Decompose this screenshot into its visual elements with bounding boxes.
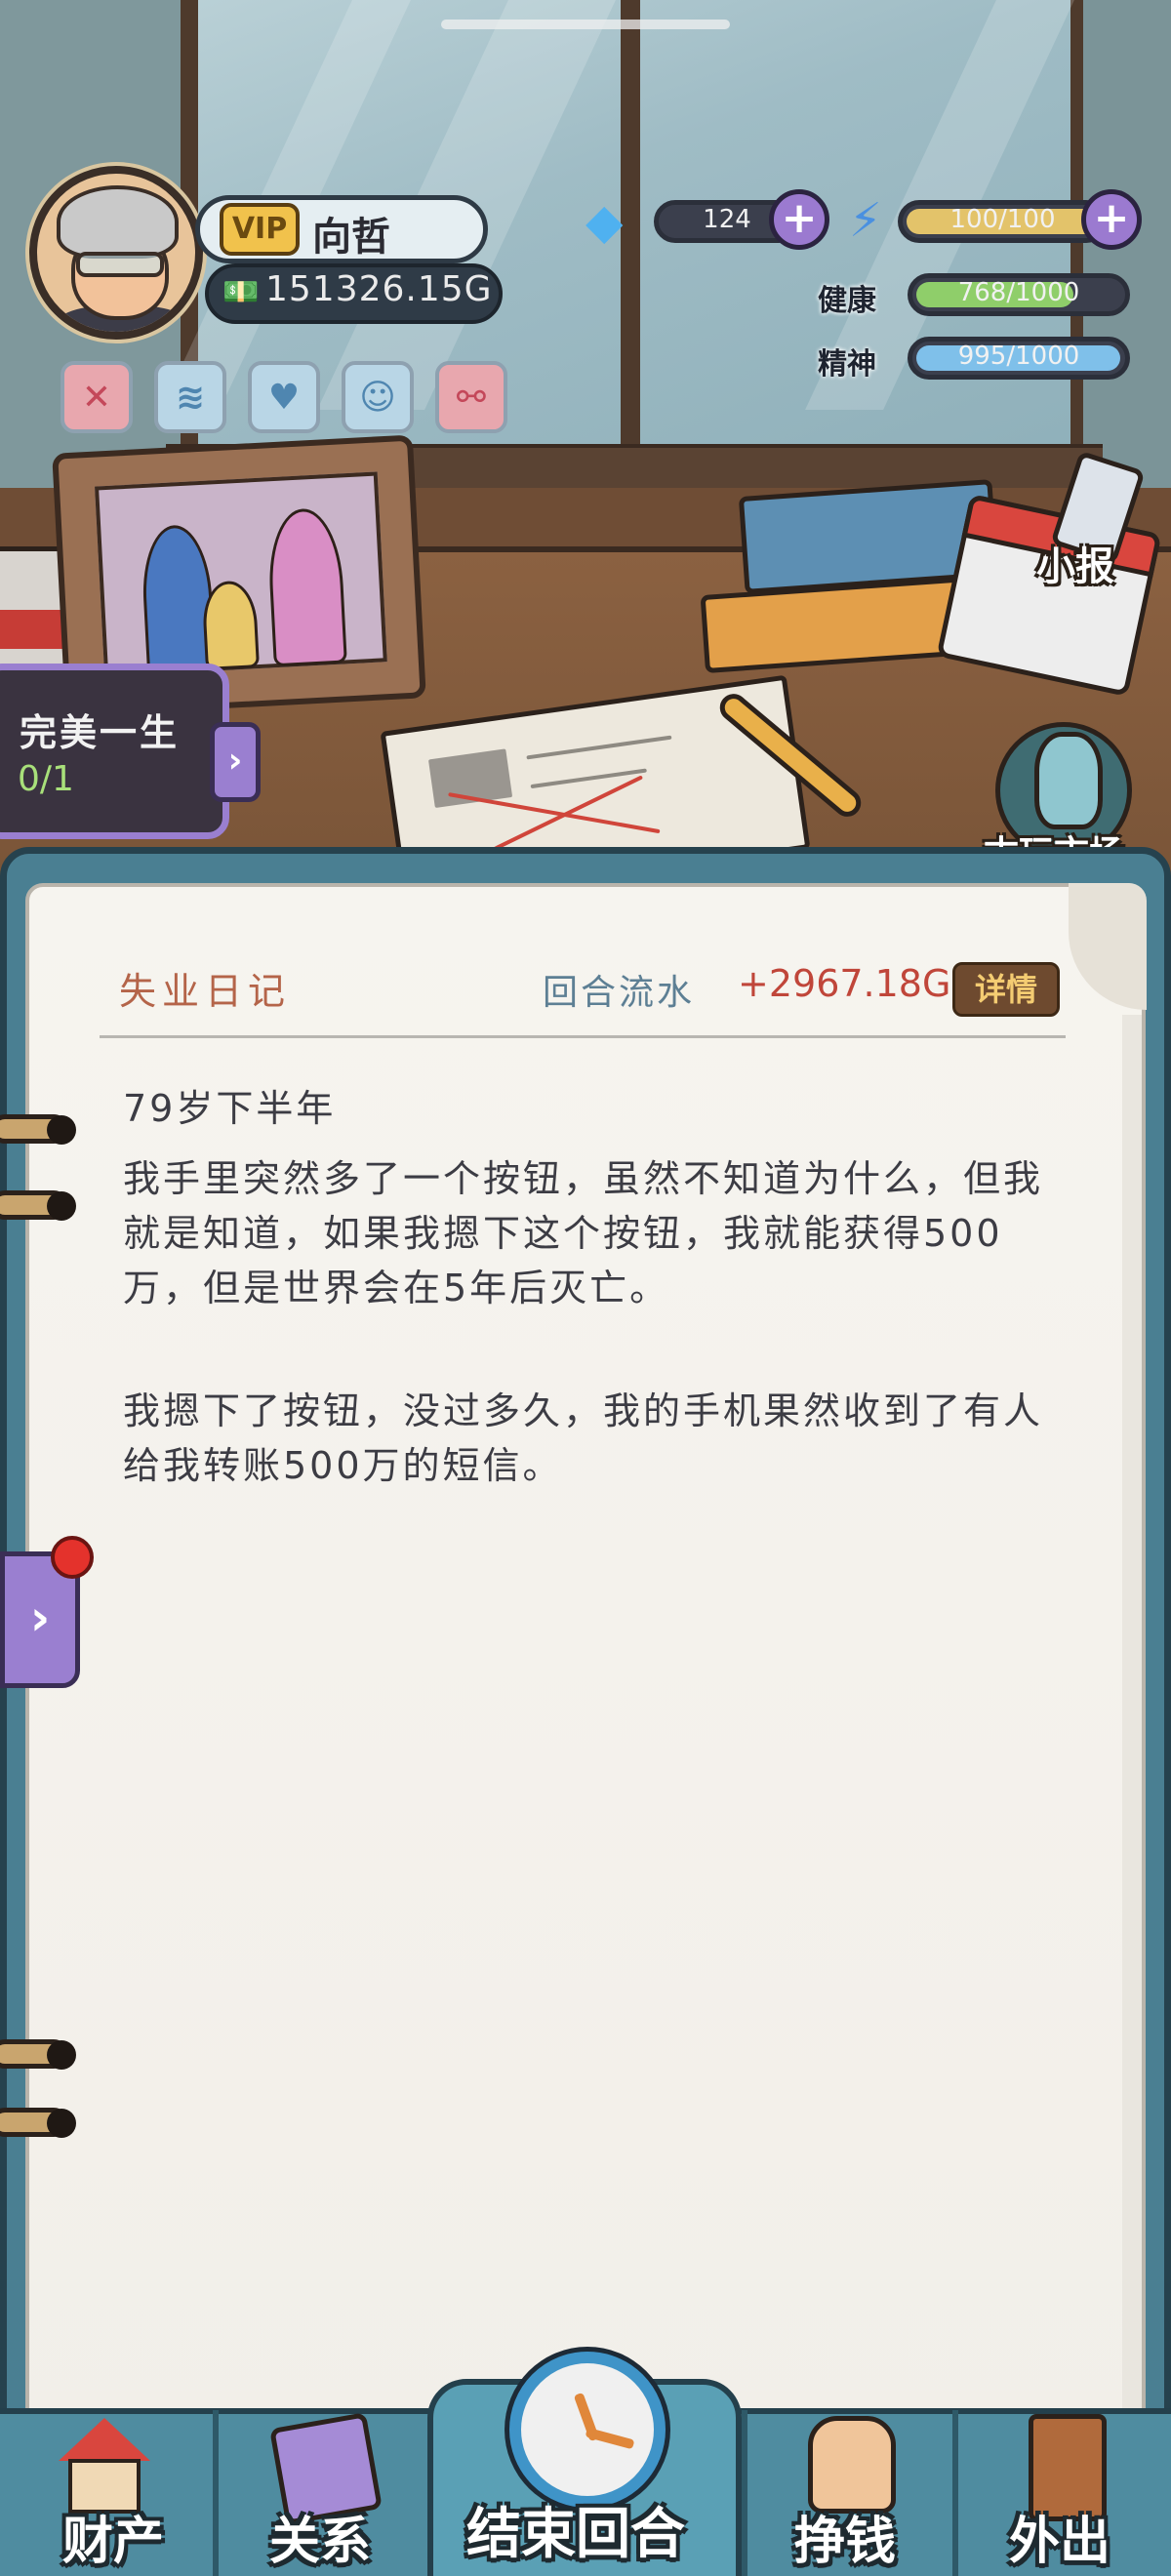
nav-assets-label: 财产 — [62, 2513, 165, 2571]
nav-earn-button[interactable]: 挣钱 — [747, 2410, 952, 2576]
alarm-clock-icon[interactable] — [509, 2352, 666, 2508]
turn-income-label: 回合流水 — [543, 973, 696, 1013]
heart-icon: ♥ — [267, 377, 301, 418]
binder-hole — [47, 1191, 76, 1221]
achievement-arrow-button[interactable]: › — [210, 722, 261, 802]
share-node-icon: ⚯ — [456, 377, 487, 418]
nav-earn-label: 挣钱 — [794, 2513, 897, 2571]
end-turn-label[interactable]: 结束回合 — [466, 2490, 685, 2569]
heart-button[interactable]: ♥ — [248, 361, 320, 433]
binder-hole — [47, 2109, 76, 2138]
diary-period: 79岁下半年 — [123, 1087, 337, 1130]
lightning-icon: ⚡ — [849, 193, 882, 248]
vase-icon — [1034, 732, 1103, 829]
player-name: 向哲 — [312, 215, 390, 260]
achievement-progress: 0/1 — [18, 759, 74, 799]
binder-hole — [47, 1115, 76, 1145]
nav-relations-label: 关系 — [269, 2513, 372, 2571]
health-value: 768/1000 — [957, 278, 1080, 307]
money-value: 151326.15G — [265, 269, 493, 309]
cash-icon: 💵 — [222, 275, 260, 309]
nav-go-out-button[interactable]: 外出 — [958, 2410, 1171, 2576]
achievement-title: 完美一生 — [20, 711, 181, 754]
newspaper-label[interactable]: 小报 — [1036, 535, 1114, 591]
add-energy-button[interactable]: + — [1081, 189, 1142, 250]
person-icon: ☺ — [359, 377, 396, 418]
spirit-label: 精神 — [818, 347, 876, 382]
add-diamonds-button[interactable]: + — [769, 189, 829, 250]
home-indicator — [441, 20, 730, 29]
page-edge — [1122, 1015, 1142, 2459]
sound-wave-icon: ≋ — [175, 377, 206, 418]
vip-badge[interactable]: VIP — [220, 203, 300, 256]
spirit-bar: 995/1000 — [908, 337, 1130, 380]
player-avatar[interactable] — [29, 166, 203, 340]
diamond-icon: ◆ — [586, 193, 624, 250]
share-node-button[interactable]: ⚯ — [435, 361, 507, 433]
spirit-value: 995/1000 — [957, 342, 1080, 371]
close-circle-button[interactable]: ✕ — [61, 361, 133, 433]
nav-go-out-label: 外出 — [1009, 2513, 1111, 2571]
person-button[interactable]: ☺ — [342, 361, 414, 433]
health-bar: 768/1000 — [908, 273, 1130, 316]
health-label: 健康 — [818, 284, 876, 318]
divider — [100, 1035, 1066, 1038]
energy-bar: 100/100 — [898, 200, 1108, 243]
close-circle-icon: ✕ — [81, 377, 112, 418]
nav-assets-button[interactable]: 财产 — [0, 2410, 213, 2576]
notification-dot — [51, 1536, 94, 1579]
energy-value: 100/100 — [949, 205, 1056, 234]
nav-relations-button[interactable]: 关系 — [219, 2410, 424, 2576]
diary-title: 失业日记 — [119, 970, 292, 1013]
detail-button[interactable]: 详情 — [952, 962, 1060, 1017]
diary-paragraph: 我摁下了按钮，没过多久，我的手机果然收到了有人给我转账500万的短信。 — [123, 1389, 1044, 1487]
diary-paragraph: 我手里突然多了一个按钮，虽然不知道为什么，但我就是知道，如果我摁下这个按钮，我就… — [123, 1157, 1044, 1309]
binder-hole — [47, 2040, 76, 2070]
fist-cash-icon — [808, 2416, 896, 2514]
sound-wave-button[interactable]: ≋ — [154, 361, 226, 433]
turn-income-value: +2967.18G — [738, 962, 951, 1005]
